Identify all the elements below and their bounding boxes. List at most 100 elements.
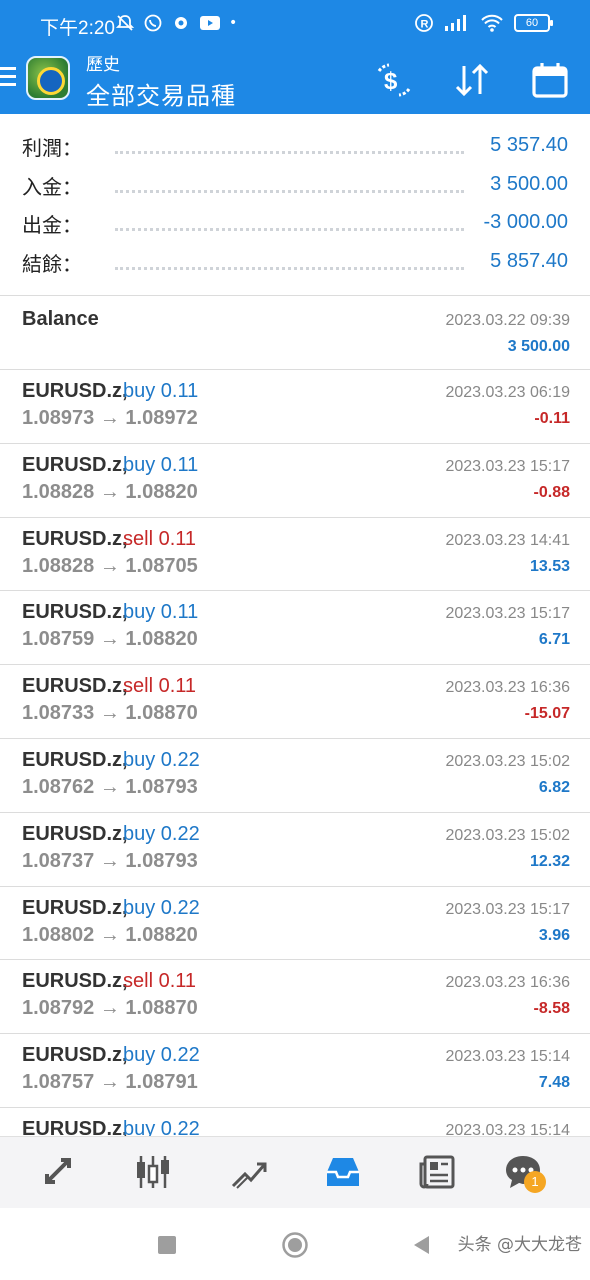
summary-value: 5 857.40 bbox=[490, 249, 568, 272]
trade-prices: 1.08733 → 1.08870 bbox=[22, 702, 198, 725]
signal-bars-icon bbox=[445, 15, 466, 31]
trade-prices: 1.08802 → 1.08820 bbox=[22, 923, 198, 946]
trade-side-volume: buy 0.22 bbox=[123, 1044, 200, 1067]
trade-side-volume: buy 0.22 bbox=[123, 1117, 200, 1136]
trade-row[interactable]: EURUSD.z, buy 0.22 2023.03.23 15:14 bbox=[0, 1108, 590, 1136]
trade-row[interactable]: EURUSD.z, buy 0.22 1.08762 → 1.08793 2023.0… bbox=[0, 739, 590, 813]
summary-value: 5 357.40 bbox=[490, 134, 568, 156]
hamburger-menu-icon[interactable] bbox=[0, 67, 16, 89]
trade-prices: 1.08759 → 1.08820 bbox=[22, 628, 198, 651]
trade-profit: 6.82 bbox=[538, 778, 570, 796]
trade-symbol: EURUSD.z, bbox=[22, 822, 128, 845]
trade-row[interactable]: EURUSD.z, sell 0.11 1.08792 → 1.08870 2023.… bbox=[0, 960, 590, 1035]
circle-home-icon bbox=[282, 1232, 308, 1258]
balance-row[interactable]: Balance 2023.03.22 09:39 3 500.00 bbox=[0, 296, 590, 370]
trade-symbol: EURUSD.z, bbox=[22, 675, 128, 698]
wifi-icon bbox=[481, 14, 503, 32]
youtube-icon bbox=[200, 16, 220, 30]
summary-row-deposit: 入金： 3 500.00 bbox=[0, 165, 590, 204]
svg-text:R: R bbox=[421, 19, 429, 31]
balance-date: 2023.03.22 09:39 bbox=[445, 312, 570, 329]
deposit-withdraw-button[interactable]: $ bbox=[372, 58, 416, 102]
trade-profit: 12.32 bbox=[529, 852, 570, 870]
trade-row[interactable]: EURUSD.z, buy 0.11 1.08973 → 1.08972 2023.0… bbox=[0, 370, 590, 444]
trade-row[interactable]: EURUSD.z, buy 0.11 1.08759 → 1.08820 2023.0… bbox=[0, 591, 590, 666]
nav-quotes[interactable] bbox=[34, 1147, 84, 1197]
trade-profit: -0.88 bbox=[533, 483, 570, 501]
trade-side-volume: sell 0.11 bbox=[123, 675, 197, 698]
trade-symbol: EURUSD.z, bbox=[22, 970, 128, 993]
nav-news[interactable] bbox=[412, 1147, 462, 1197]
quotes-icon bbox=[45, 1158, 71, 1184]
trade-date: 2023.03.23 15:14 bbox=[445, 1048, 570, 1066]
trade-symbol: EURUSD.z, bbox=[22, 601, 128, 624]
recent-apps-button[interactable] bbox=[152, 1230, 182, 1260]
trade-prices: 1.08828 → 1.08820 bbox=[22, 480, 198, 503]
trade-profit: 6.71 bbox=[538, 631, 570, 649]
trade-side-volume: buy 0.11 bbox=[123, 453, 199, 476]
balance-amount: 3 500.00 bbox=[507, 338, 570, 355]
page-title[interactable]: 全部交易品種 bbox=[86, 76, 236, 111]
trade-trend-icon bbox=[231, 1162, 267, 1189]
trade-symbol: EURUSD.z, bbox=[22, 1044, 128, 1067]
nav-history[interactable] bbox=[318, 1147, 368, 1197]
back-button[interactable] bbox=[406, 1230, 436, 1260]
dotted-leader bbox=[115, 228, 464, 231]
status-notification-icons: • bbox=[115, 13, 237, 33]
summary-label: 出金： bbox=[22, 213, 82, 237]
history-list[interactable]: Balance 2023.03.22 09:39 3 500.00 EURUSD… bbox=[0, 296, 590, 1136]
nav-chart[interactable] bbox=[128, 1147, 178, 1197]
trade-row[interactable]: EURUSD.z, sell 0.11 1.08733 → 1.08870 2023.… bbox=[0, 665, 590, 739]
trade-row[interactable]: EURUSD.z, buy 0.11 1.08828 → 1.08820 2023.0… bbox=[0, 444, 590, 518]
metatrader-logo-icon bbox=[26, 56, 70, 100]
trade-side-volume: buy 0.11 bbox=[123, 380, 199, 402]
trade-symbol: EURUSD.z, bbox=[22, 380, 128, 402]
dollar-exchange-icon: $ bbox=[377, 63, 411, 97]
app-header: 下午2:20 • R 60 歷史 全部交易品種 $ bbox=[0, 0, 590, 114]
system-navigation-bar: 头条 @大大龙苍 bbox=[0, 1208, 590, 1280]
whatsapp-icon bbox=[144, 14, 162, 32]
trade-date: 2023.03.23 15:17 bbox=[445, 457, 570, 475]
trade-prices: 1.08762 → 1.08793 bbox=[22, 775, 198, 798]
trade-prices: 1.08792 → 1.08870 bbox=[22, 997, 198, 1020]
chat-badge: 1 bbox=[524, 1171, 546, 1193]
trade-profit: -0.11 bbox=[534, 410, 570, 427]
trade-date: 2023.03.23 15:17 bbox=[445, 900, 570, 918]
status-system-icons: R 60 bbox=[414, 13, 553, 33]
trade-side-volume: buy 0.22 bbox=[123, 822, 200, 845]
trade-side-volume: sell 0.11 bbox=[123, 970, 197, 993]
trade-row[interactable]: EURUSD.z, buy 0.22 1.08802 → 1.08820 2023.0… bbox=[0, 887, 590, 961]
history-inbox-icon bbox=[327, 1158, 359, 1186]
summary-panel: 利潤： 5 357.40 入金： 3 500.00 出金： -3 000.00 … bbox=[0, 126, 590, 280]
trade-row[interactable]: EURUSD.z, buy 0.22 1.08757 → 1.08791 2023.0… bbox=[0, 1034, 590, 1108]
summary-label: 利潤： bbox=[22, 136, 82, 160]
trade-row[interactable]: EURUSD.z, buy 0.22 1.08737 → 1.08793 2023.0… bbox=[0, 813, 590, 887]
trade-prices: 1.08973 → 1.08972 bbox=[22, 407, 198, 429]
sort-button[interactable] bbox=[450, 58, 494, 102]
summary-value: -3 000.00 bbox=[483, 211, 568, 233]
svg-text:$: $ bbox=[384, 68, 398, 95]
summary-row-profit: 利潤： 5 357.40 bbox=[0, 126, 590, 165]
page-subtitle: 歷史 bbox=[86, 55, 120, 75]
trade-symbol: EURUSD.z, bbox=[22, 748, 128, 771]
calendar-period-button[interactable] bbox=[528, 58, 572, 102]
trade-profit: 3.96 bbox=[538, 926, 570, 944]
trade-date: 2023.03.23 15:02 bbox=[445, 826, 570, 844]
mt-history-screen: 下午2:20 • R 60 歷史 全部交易品種 $ 利潤： 5 357.40 入… bbox=[0, 0, 590, 1280]
trade-symbol: EURUSD.z, bbox=[22, 527, 128, 550]
trade-prices: 1.08757 → 1.08791 bbox=[22, 1071, 198, 1094]
home-button[interactable] bbox=[280, 1230, 310, 1260]
registered-r-icon: R bbox=[415, 14, 433, 32]
battery-icon: 60 bbox=[514, 14, 553, 32]
square-recents-icon bbox=[158, 1236, 176, 1254]
trade-date: 2023.03.23 15:02 bbox=[445, 752, 570, 770]
trade-side-volume: buy 0.22 bbox=[123, 896, 200, 919]
mute-bell-icon bbox=[115, 15, 135, 31]
trade-side-volume: sell 0.11 bbox=[123, 527, 197, 550]
nav-trade[interactable] bbox=[224, 1147, 274, 1197]
summary-value: 3 500.00 bbox=[490, 172, 568, 195]
nav-chat[interactable]: 1 bbox=[498, 1147, 548, 1197]
trade-row[interactable]: EURUSD.z, sell 0.11 1.08828 → 1.08705 2023.… bbox=[0, 518, 590, 592]
trade-side-volume: buy 0.22 bbox=[123, 748, 200, 771]
status-bar: 下午2:20 • R 60 bbox=[0, 0, 590, 50]
